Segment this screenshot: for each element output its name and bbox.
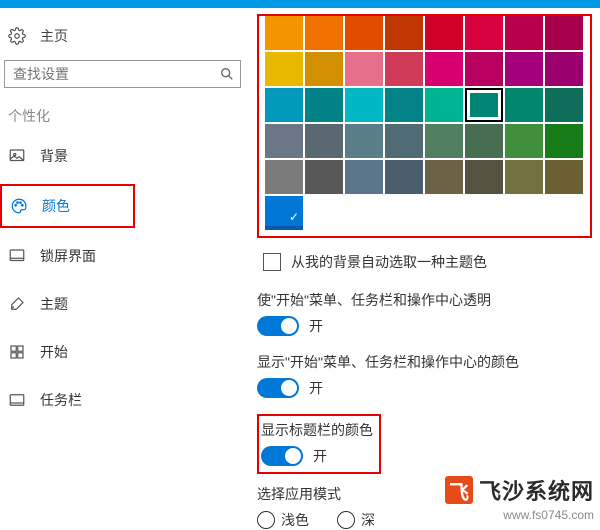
titlebar-color-label: 显示标题栏的颜色 <box>261 420 373 440</box>
color-swatch[interactable] <box>345 160 383 194</box>
search-input[interactable] <box>4 60 241 88</box>
taskbar-icon <box>8 391 26 409</box>
transparent-toggle[interactable] <box>257 316 299 336</box>
sidebar-item-label: 开始 <box>40 342 68 362</box>
start-color-state: 开 <box>309 378 323 398</box>
color-swatch[interactable] <box>265 124 303 158</box>
palette-icon <box>10 197 28 215</box>
section-label: 个性化 <box>0 106 245 136</box>
color-swatch[interactable] <box>465 16 503 50</box>
brush-icon <box>8 295 26 313</box>
radio-circle-icon <box>257 511 275 529</box>
transparent-setting: 使"开始"菜单、任务栏和操作中心透明 开 <box>257 290 592 336</box>
color-palette-frame <box>257 14 592 238</box>
color-swatch[interactable] <box>385 52 423 86</box>
color-swatch[interactable] <box>385 16 423 50</box>
color-swatch[interactable] <box>545 124 583 158</box>
picture-icon <box>8 147 26 165</box>
color-swatch[interactable] <box>425 124 463 158</box>
color-swatch[interactable] <box>505 88 543 122</box>
color-swatch[interactable] <box>425 160 463 194</box>
color-palette <box>265 16 584 194</box>
color-swatch[interactable] <box>505 124 543 158</box>
sidebar-item-taskbar[interactable]: 任务栏 <box>0 380 245 420</box>
window-titlebar <box>0 0 600 8</box>
color-swatch[interactable] <box>385 88 423 122</box>
color-swatch[interactable] <box>465 52 503 86</box>
color-swatch[interactable] <box>425 16 463 50</box>
start-color-setting: 显示"开始"菜单、任务栏和操作中心的颜色 开 <box>257 352 592 398</box>
color-swatch[interactable] <box>425 52 463 86</box>
auto-pick-row: 从我的背景自动选取一种主题色 <box>263 252 592 272</box>
color-swatch[interactable] <box>505 160 543 194</box>
color-swatch[interactable] <box>305 124 343 158</box>
color-swatch[interactable] <box>305 52 343 86</box>
color-swatch[interactable] <box>385 124 423 158</box>
color-swatch[interactable] <box>305 16 343 50</box>
color-swatch[interactable] <box>265 52 303 86</box>
sidebar-item-start[interactable]: 开始 <box>0 332 245 372</box>
color-swatch[interactable] <box>345 88 383 122</box>
sidebar-item-label: 背景 <box>40 146 68 166</box>
color-swatch[interactable] <box>505 16 543 50</box>
sidebar-item-label: 锁屏界面 <box>40 246 96 266</box>
sidebar-item-background[interactable]: 背景 <box>0 136 245 176</box>
sidebar: 主页 个性化 背景 颜色 锁屏界面 主题 开始 <box>0 8 245 528</box>
sidebar-item-colors[interactable]: 颜色 <box>0 184 135 228</box>
home-nav[interactable]: 主页 <box>0 20 245 56</box>
mode-dark-label: 深 <box>361 510 375 530</box>
titlebar-color-toggle[interactable] <box>261 446 303 466</box>
auto-pick-checkbox[interactable] <box>263 253 281 271</box>
sidebar-item-themes[interactable]: 主题 <box>0 284 245 324</box>
color-swatch[interactable] <box>465 88 503 122</box>
color-swatch[interactable] <box>305 160 343 194</box>
color-swatch[interactable] <box>545 160 583 194</box>
transparent-state: 开 <box>309 316 323 336</box>
color-swatch[interactable] <box>265 88 303 122</box>
content-area: 主页 个性化 背景 颜色 锁屏界面 主题 开始 <box>0 8 600 528</box>
transparent-label: 使"开始"菜单、任务栏和操作中心透明 <box>257 290 592 310</box>
search-field-wrap <box>4 60 241 88</box>
color-swatch[interactable] <box>465 124 503 158</box>
start-color-label: 显示"开始"菜单、任务栏和操作中心的颜色 <box>257 352 592 372</box>
titlebar-color-state: 开 <box>313 446 327 466</box>
color-swatch[interactable] <box>465 160 503 194</box>
mode-dark-radio[interactable]: 深 <box>337 510 375 530</box>
color-swatch[interactable] <box>545 88 583 122</box>
radio-circle-icon <box>337 511 355 529</box>
gear-icon <box>8 27 26 45</box>
color-swatch[interactable] <box>345 52 383 86</box>
color-swatch[interactable] <box>345 16 383 50</box>
mode-light-radio[interactable]: 浅色 <box>257 510 309 530</box>
color-swatch[interactable] <box>545 52 583 86</box>
color-swatch[interactable] <box>345 124 383 158</box>
color-swatch[interactable] <box>545 16 583 50</box>
app-mode-label: 选择应用模式 <box>257 484 592 504</box>
color-swatch[interactable] <box>385 160 423 194</box>
accent-color-swatch[interactable] <box>265 196 303 230</box>
app-mode-setting: 选择应用模式 浅色 深 <box>257 484 592 530</box>
color-swatch[interactable] <box>265 160 303 194</box>
sidebar-item-label: 颜色 <box>42 196 70 216</box>
sidebar-item-label: 主题 <box>40 294 68 314</box>
color-swatch[interactable] <box>425 88 463 122</box>
auto-pick-label: 从我的背景自动选取一种主题色 <box>291 252 487 272</box>
home-label: 主页 <box>40 26 68 46</box>
lock-frame-icon <box>8 247 26 265</box>
start-icon <box>8 343 26 361</box>
titlebar-color-highlight: 显示标题栏的颜色 开 <box>257 414 381 474</box>
color-swatch[interactable] <box>265 16 303 50</box>
color-swatch[interactable] <box>505 52 543 86</box>
mode-light-label: 浅色 <box>281 510 309 530</box>
color-swatch[interactable] <box>305 88 343 122</box>
main-panel: 从我的背景自动选取一种主题色 使"开始"菜单、任务栏和操作中心透明 开 显示"开… <box>245 8 600 528</box>
sidebar-item-label: 任务栏 <box>40 390 82 410</box>
sidebar-item-lockscreen[interactable]: 锁屏界面 <box>0 236 245 276</box>
start-color-toggle[interactable] <box>257 378 299 398</box>
